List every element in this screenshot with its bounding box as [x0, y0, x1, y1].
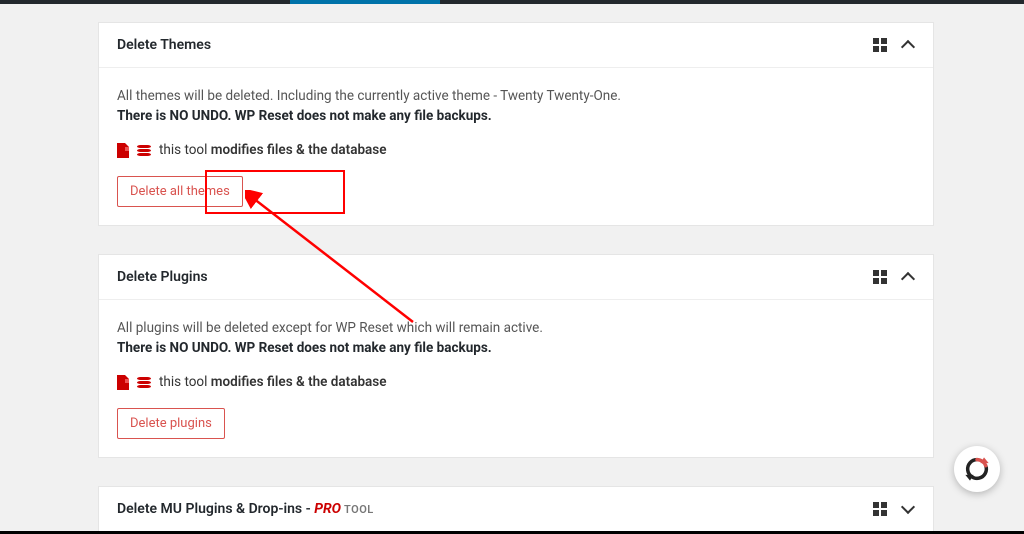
refresh-badge[interactable] [954, 446, 1000, 492]
grid-icon[interactable] [873, 38, 887, 52]
card-delete-themes: Delete Themes All themes will be deleted… [98, 22, 934, 226]
card-delete-mu-plugins: Delete MU Plugins & Drop-ins - PRO TOOL [98, 486, 934, 532]
description-text: All themes will be deleted. Including th… [117, 88, 915, 104]
database-icon [137, 145, 151, 156]
warning-text: There is NO UNDO. WP Reset does not make… [117, 340, 915, 356]
chevron-up-icon[interactable] [901, 38, 915, 52]
meta-text: this tool modifies files & the database [159, 142, 387, 158]
pro-badge: PRO [314, 501, 341, 517]
meta-text: this tool modifies files & the database [159, 374, 387, 390]
grid-icon[interactable] [873, 270, 887, 284]
delete-all-themes-button[interactable]: Delete all themes [117, 176, 243, 207]
meta-prefix: this tool [159, 142, 211, 158]
card-title: Delete Plugins [117, 269, 873, 285]
grid-icon[interactable] [873, 502, 887, 516]
card-header-controls [873, 38, 915, 52]
card-header[interactable]: Delete Themes [99, 23, 933, 68]
chevron-up-icon[interactable] [901, 270, 915, 284]
card-header-controls [873, 270, 915, 284]
card-header-controls [873, 502, 915, 516]
card-header[interactable]: Delete MU Plugins & Drop-ins - PRO TOOL [99, 487, 933, 531]
chevron-down-icon[interactable] [901, 502, 915, 516]
card-title: Delete MU Plugins & Drop-ins - PRO TOOL [117, 501, 873, 517]
content-area: Delete Themes All themes will be deleted… [0, 4, 1024, 532]
meta-prefix: this tool [159, 374, 211, 390]
card-header[interactable]: Delete Plugins [99, 255, 933, 300]
meta-row: this tool modifies files & the database [117, 374, 915, 390]
warning-text: There is NO UNDO. WP Reset does not make… [117, 108, 915, 124]
meta-bold: modifies files & the database [211, 374, 387, 390]
meta-bold: modifies files & the database [211, 142, 387, 158]
title-prefix: Delete MU Plugins & Drop-ins - [117, 501, 314, 517]
card-title: Delete Themes [117, 37, 873, 53]
tool-label: TOOL [341, 503, 374, 516]
file-icon [117, 143, 129, 158]
database-icon [137, 377, 151, 388]
delete-plugins-button[interactable]: Delete plugins [117, 408, 225, 439]
card-body: All themes will be deleted. Including th… [99, 68, 933, 225]
file-icon [117, 375, 129, 390]
refresh-icon [963, 455, 991, 483]
description-text: All plugins will be deleted except for W… [117, 320, 915, 336]
admin-top-bar [0, 0, 1024, 4]
meta-row: this tool modifies files & the database [117, 142, 915, 158]
card-body: All plugins will be deleted except for W… [99, 300, 933, 457]
card-delete-plugins: Delete Plugins All plugins will be delet… [98, 254, 934, 458]
